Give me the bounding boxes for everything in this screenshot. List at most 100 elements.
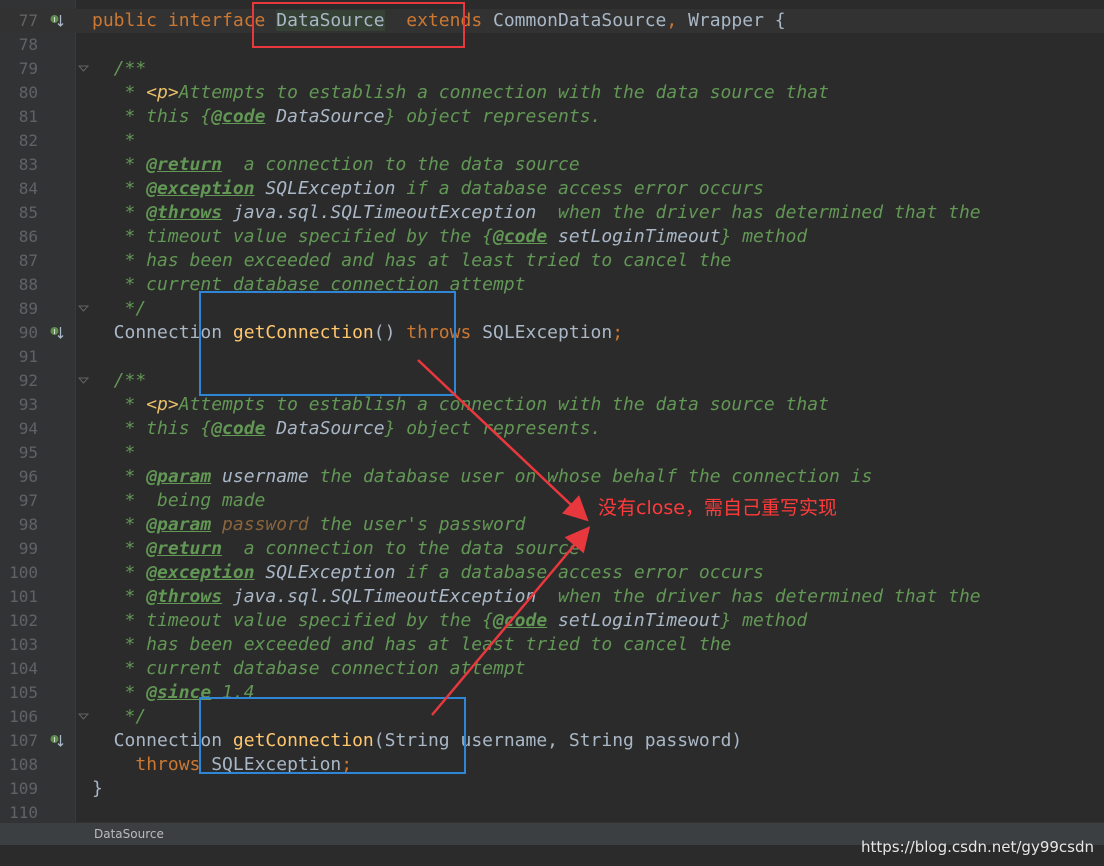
code-token: getConnection: [232, 730, 374, 751]
code-token: * has been exceeded and has at least tri…: [92, 250, 732, 271]
code-token: @code: [492, 226, 548, 247]
code-text[interactable]: * current database connection attempt: [92, 657, 526, 681]
code-line[interactable]: 85 * @throws java.sql.SQLTimeoutExceptio…: [0, 201, 1104, 225]
code-line[interactable]: 99 * @return a connection to the data so…: [0, 537, 1104, 561]
code-line[interactable]: 77 Ipublic interface DataSource extends C…: [0, 9, 1104, 33]
code-text[interactable]: * @exception SQLException if a database …: [92, 561, 764, 585]
code-line[interactable]: 89 */: [0, 297, 1104, 321]
code-line[interactable]: 104 * current database connection attemp…: [0, 657, 1104, 681]
code-line[interactable]: 107 I Connection getConnection(String use…: [0, 729, 1104, 753]
line-number: 108: [9, 755, 38, 774]
code-line[interactable]: 87 * has been exceeded and has at least …: [0, 249, 1104, 273]
code-token: Attempts to establish a connection with …: [178, 82, 829, 103]
code-text[interactable]: Connection getConnection(String username…: [92, 729, 743, 753]
code-line[interactable]: 86 * timeout value specified by the {@co…: [0, 225, 1104, 249]
fold-marker-icon[interactable]: [78, 303, 89, 314]
code-text[interactable]: * @param username the database user on w…: [92, 465, 873, 489]
code-line[interactable]: 84 * @exception SQLException if a databa…: [0, 177, 1104, 201]
code-line[interactable]: 103 * has been exceeded and has at least…: [0, 633, 1104, 657]
code-text[interactable]: * timeout value specified by the {@code …: [92, 225, 808, 249]
code-token: the database user on whose behalf the co…: [308, 466, 873, 487]
code-line[interactable]: 95 *: [0, 441, 1104, 465]
code-text[interactable]: * @return a connection to the data sourc…: [92, 537, 580, 561]
code-token: (): [373, 322, 407, 343]
code-line[interactable]: 105 * @since 1.4: [0, 681, 1104, 705]
code-token: ;: [612, 322, 624, 343]
code-line[interactable]: 92 /**: [0, 369, 1104, 393]
code-text[interactable]: /**: [92, 369, 147, 393]
code-line[interactable]: 110: [0, 801, 1104, 822]
code-text[interactable]: public interface DataSource extends Comm…: [92, 9, 786, 33]
line-number: 80: [18, 83, 38, 102]
line-number: 77: [18, 11, 38, 30]
code-line[interactable]: 78: [0, 33, 1104, 57]
code-editor[interactable]: 77 Ipublic interface DataSource extends C…: [0, 0, 1104, 822]
code-line[interactable]: 88 * current database connection attempt: [0, 273, 1104, 297]
implemented-method-icon[interactable]: I: [50, 14, 64, 28]
code-line[interactable]: 81 * this {@code DataSource} object repr…: [0, 105, 1104, 129]
code-token: } object represents.: [384, 106, 602, 127]
code-line[interactable]: 98 * @param password the user's password: [0, 513, 1104, 537]
code-token: @exception: [146, 562, 255, 583]
implemented-method-icon[interactable]: I: [50, 734, 64, 748]
code-text[interactable]: * this {@code DataSource} object represe…: [92, 417, 602, 441]
code-line[interactable]: 106 */: [0, 705, 1104, 729]
code-text[interactable]: * has been exceeded and has at least tri…: [92, 633, 732, 657]
code-line[interactable]: 93 * <p>Attempts to establish a connecti…: [0, 393, 1104, 417]
line-number: 104: [9, 659, 38, 678]
code-line[interactable]: 82 *: [0, 129, 1104, 153]
code-text[interactable]: * @param password the user's password: [92, 513, 526, 537]
breadcrumb-item[interactable]: DataSource: [94, 827, 164, 841]
code-text[interactable]: }: [92, 777, 103, 801]
fold-marker-icon[interactable]: [78, 711, 89, 722]
code-line[interactable]: 90 I Connection getConnection() throws SQ…: [0, 321, 1104, 345]
code-line[interactable]: 101 * @throws java.sql.SQLTimeoutExcepti…: [0, 585, 1104, 609]
line-number: 98: [18, 515, 38, 534]
code-text[interactable]: */: [92, 705, 147, 729]
code-token: <p>: [146, 82, 179, 103]
code-line[interactable]: 108 throws SQLException;: [0, 753, 1104, 777]
code-text[interactable]: *: [92, 129, 136, 153]
code-text[interactable]: * @since 1.4: [92, 681, 255, 705]
code-text[interactable]: *: [92, 441, 136, 465]
code-text[interactable]: * @throws java.sql.SQLTimeoutException w…: [92, 585, 981, 609]
code-token: *: [92, 682, 147, 703]
code-token: 1.4: [211, 682, 255, 703]
code-line[interactable]: 79 /**: [0, 57, 1104, 81]
code-text[interactable]: * has been exceeded and has at least tri…: [92, 249, 732, 273]
fold-marker-icon[interactable]: [78, 63, 89, 74]
code-text[interactable]: * @exception SQLException if a database …: [92, 177, 764, 201]
code-text[interactable]: Connection getConnection() throws SQLExc…: [92, 321, 623, 345]
code-line[interactable]: 91: [0, 345, 1104, 369]
code-line[interactable]: 94 * this {@code DataSource} object repr…: [0, 417, 1104, 441]
code-line[interactable]: 96 * @param username the database user o…: [0, 465, 1104, 489]
code-text[interactable]: * this {@code DataSource} object represe…: [92, 105, 602, 129]
line-number: 106: [9, 707, 38, 726]
code-text[interactable]: * being made: [92, 489, 266, 513]
code-token: a connection to the data source: [222, 538, 580, 559]
code-line[interactable]: 80 * <p>Attempts to establish a connecti…: [0, 81, 1104, 105]
code-token: @code: [211, 418, 266, 439]
code-token: @param: [146, 466, 212, 487]
code-text[interactable]: * current database connection attempt: [92, 273, 526, 297]
code-text[interactable]: /**: [92, 57, 147, 81]
fold-marker-icon[interactable]: [78, 375, 89, 386]
code-token: *: [92, 178, 147, 199]
code-line[interactable]: 102 * timeout value specified by the {@c…: [0, 609, 1104, 633]
code-token: *: [92, 202, 147, 223]
code-text[interactable]: * <p>Attempts to establish a connection …: [92, 393, 829, 417]
code-line[interactable]: 100 * @exception SQLException if a datab…: [0, 561, 1104, 585]
code-text[interactable]: * @return a connection to the data sourc…: [92, 153, 580, 177]
code-text[interactable]: * timeout value specified by the {@code …: [92, 609, 808, 633]
code-text[interactable]: */: [92, 297, 147, 321]
code-text[interactable]: throws SQLException;: [92, 753, 352, 777]
code-line[interactable]: 83 * @return a connection to the data so…: [0, 153, 1104, 177]
code-token: }: [92, 778, 103, 799]
code-text[interactable]: * @throws java.sql.SQLTimeoutException w…: [92, 201, 981, 225]
code-text[interactable]: * <p>Attempts to establish a connection …: [92, 81, 829, 105]
code-token: Attempts to establish a connection with …: [178, 394, 829, 415]
code-line[interactable]: 109}: [0, 777, 1104, 801]
code-token: DataSource: [276, 10, 385, 31]
code-line[interactable]: 97 * being made: [0, 489, 1104, 513]
implemented-method-icon[interactable]: I: [50, 326, 64, 340]
